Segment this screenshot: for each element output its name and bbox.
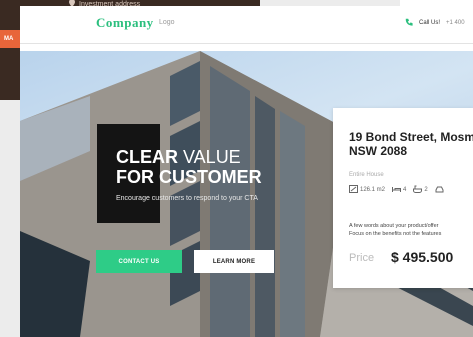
address-line-2: NSW 2088	[349, 144, 408, 158]
hero-headline: CLEAR VALUE FOR CUSTOMER	[116, 147, 262, 187]
property-address: 19 Bond Street, Mosman NSW 2088	[349, 130, 473, 158]
address-line-1: 19 Bond Street, Mosman	[349, 130, 473, 144]
logo-subtitle: Logo	[159, 19, 175, 26]
area-value: 126.1 m2	[360, 187, 386, 193]
headline-bold-2: FOR CUSTOMER	[116, 167, 262, 187]
car-icon	[435, 185, 444, 195]
site-header: Company Logo Call Us! +1 400	[20, 6, 473, 44]
hero-tagline: Encourage customers to respond to your C…	[116, 195, 258, 202]
feature-area: 126.1 m2	[349, 185, 385, 195]
bath-icon	[413, 185, 423, 195]
price-label: Price	[349, 252, 375, 264]
beds-value: 4	[403, 187, 407, 193]
price-value: $ 495.500	[391, 249, 454, 265]
desc-line-1: A few words about your product/offer	[349, 223, 439, 229]
landing-page-card: Company Logo Call Us! +1 400 CLEAR VALUE…	[20, 6, 473, 337]
property-panel: 19 Bond Street, Mosman NSW 2088 Entire H…	[333, 108, 473, 288]
property-type: Entire House	[349, 172, 384, 178]
property-description: A few words about your product/offer Foc…	[349, 222, 441, 238]
headline-light: VALUE	[178, 147, 241, 167]
call-label: Call Us!	[419, 20, 441, 26]
learn-more-button[interactable]: LEARN MORE	[194, 250, 274, 273]
contact-us-button[interactable]: CONTACT US	[96, 250, 182, 273]
baths-value: 2	[424, 187, 428, 193]
company-logo[interactable]: Company	[96, 15, 154, 31]
feature-beds: 4	[392, 185, 406, 195]
area-icon	[349, 185, 358, 195]
background-accent-button[interactable]: MA	[0, 30, 22, 48]
feature-baths: 2	[413, 185, 428, 195]
desc-line-2: Focus on the benefits not the features	[349, 231, 442, 237]
call-number: +1 400	[446, 20, 465, 26]
bed-icon	[392, 185, 402, 195]
call-us[interactable]: Call Us! +1 400	[405, 18, 465, 28]
headline-bold-1: CLEAR	[116, 147, 178, 167]
phone-icon	[405, 18, 413, 28]
hero-section: CLEAR VALUE FOR CUSTOMER Encourage custo…	[20, 51, 473, 337]
feature-garage	[435, 185, 444, 195]
property-features: 126.1 m2 4 2	[349, 185, 444, 195]
